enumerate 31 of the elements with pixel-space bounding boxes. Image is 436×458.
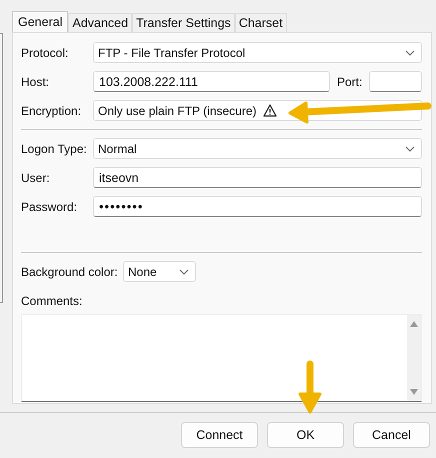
field-label: Protocol:	[21, 46, 70, 60]
field-label: Port:	[337, 74, 364, 88]
field-label: Logon Type:	[21, 142, 88, 156]
password-field[interactable]: ••••••••	[93, 196, 422, 217]
port-field[interactable]	[369, 71, 422, 92]
dialog-button[interactable]: Connect	[181, 422, 258, 448]
scroll-down-icon[interactable]	[410, 389, 418, 395]
field-label: User:	[21, 170, 51, 184]
tab[interactable]: Transfer Settings	[132, 13, 235, 32]
dialog-button[interactable]: Cancel	[353, 422, 430, 448]
field-label: Comments:	[21, 294, 84, 308]
scrollbar[interactable]	[407, 315, 421, 401]
chevron-icon	[405, 50, 415, 56]
dialog-button[interactable]: OK	[267, 422, 344, 448]
tab[interactable]: Advanced	[68, 13, 132, 32]
field-label: Password:	[21, 200, 78, 214]
chevron-icon	[405, 146, 415, 152]
scroll-up-icon[interactable]	[410, 321, 418, 327]
field-label: Host:	[21, 74, 50, 88]
protocol-dropdown[interactable]: FTP - File Transfer Protocol	[93, 42, 422, 63]
field-label: Background color:	[21, 264, 119, 278]
comments-field[interactable]	[21, 314, 422, 402]
pointer-arrow	[298, 360, 322, 414]
tab[interactable]: General	[12, 11, 68, 32]
tab[interactable]: Charset	[234, 13, 287, 32]
chevron-icon	[179, 268, 189, 274]
logon-type-dropdown[interactable]: Normal	[93, 138, 422, 159]
background-color-dropdown[interactable]: None	[123, 261, 196, 282]
user-field[interactable]: itseovn	[93, 167, 422, 188]
field-label: Encryption:	[21, 104, 82, 118]
host-field[interactable]: 103.2008.222.111	[93, 71, 330, 92]
